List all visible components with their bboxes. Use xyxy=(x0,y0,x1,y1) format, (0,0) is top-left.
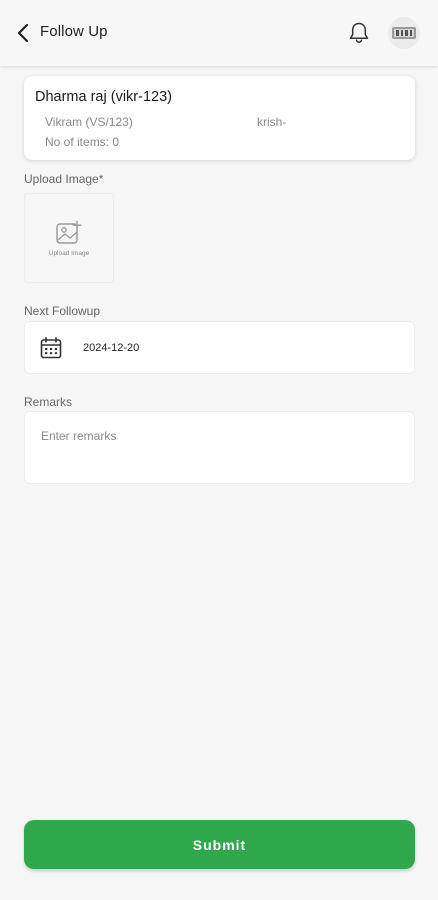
upload-image-label: Upload Image* xyxy=(24,172,104,186)
vendor-info: Vikram (VS/123) xyxy=(45,115,133,129)
remarks-label: Remarks xyxy=(24,395,73,409)
app-header: Follow Up xyxy=(0,0,438,66)
submit-button[interactable]: Submit xyxy=(24,820,415,869)
customer-name: Dharma raj (vikr-123) xyxy=(35,89,172,105)
next-followup-date-value: 2024-12-20 xyxy=(83,342,140,354)
reference-info: krish- xyxy=(257,115,287,129)
page-title: Follow Up xyxy=(40,23,108,40)
remarks-input[interactable] xyxy=(24,411,415,484)
back-button[interactable] xyxy=(12,20,34,46)
next-followup-date-field[interactable]: 2024-12-20 xyxy=(24,321,415,374)
notifications-button[interactable] xyxy=(346,20,372,46)
next-followup-label: Next Followup xyxy=(24,304,101,318)
avatar-image xyxy=(392,27,416,39)
calendar-icon xyxy=(40,337,62,359)
image-plus-icon xyxy=(56,220,82,244)
follow-up-screen: Follow Up Dharma raj (vikr-123) Vikram (… xyxy=(0,0,438,900)
upload-image-text: Upload Image xyxy=(48,250,90,257)
chevron-left-icon xyxy=(17,23,29,43)
bell-icon xyxy=(349,22,369,43)
upload-image-button[interactable]: Upload Image xyxy=(24,193,114,283)
avatar[interactable] xyxy=(388,17,420,49)
customer-card: Dharma raj (vikr-123) Vikram (VS/123) kr… xyxy=(24,76,415,160)
items-count: No of items: 0 xyxy=(45,135,120,149)
